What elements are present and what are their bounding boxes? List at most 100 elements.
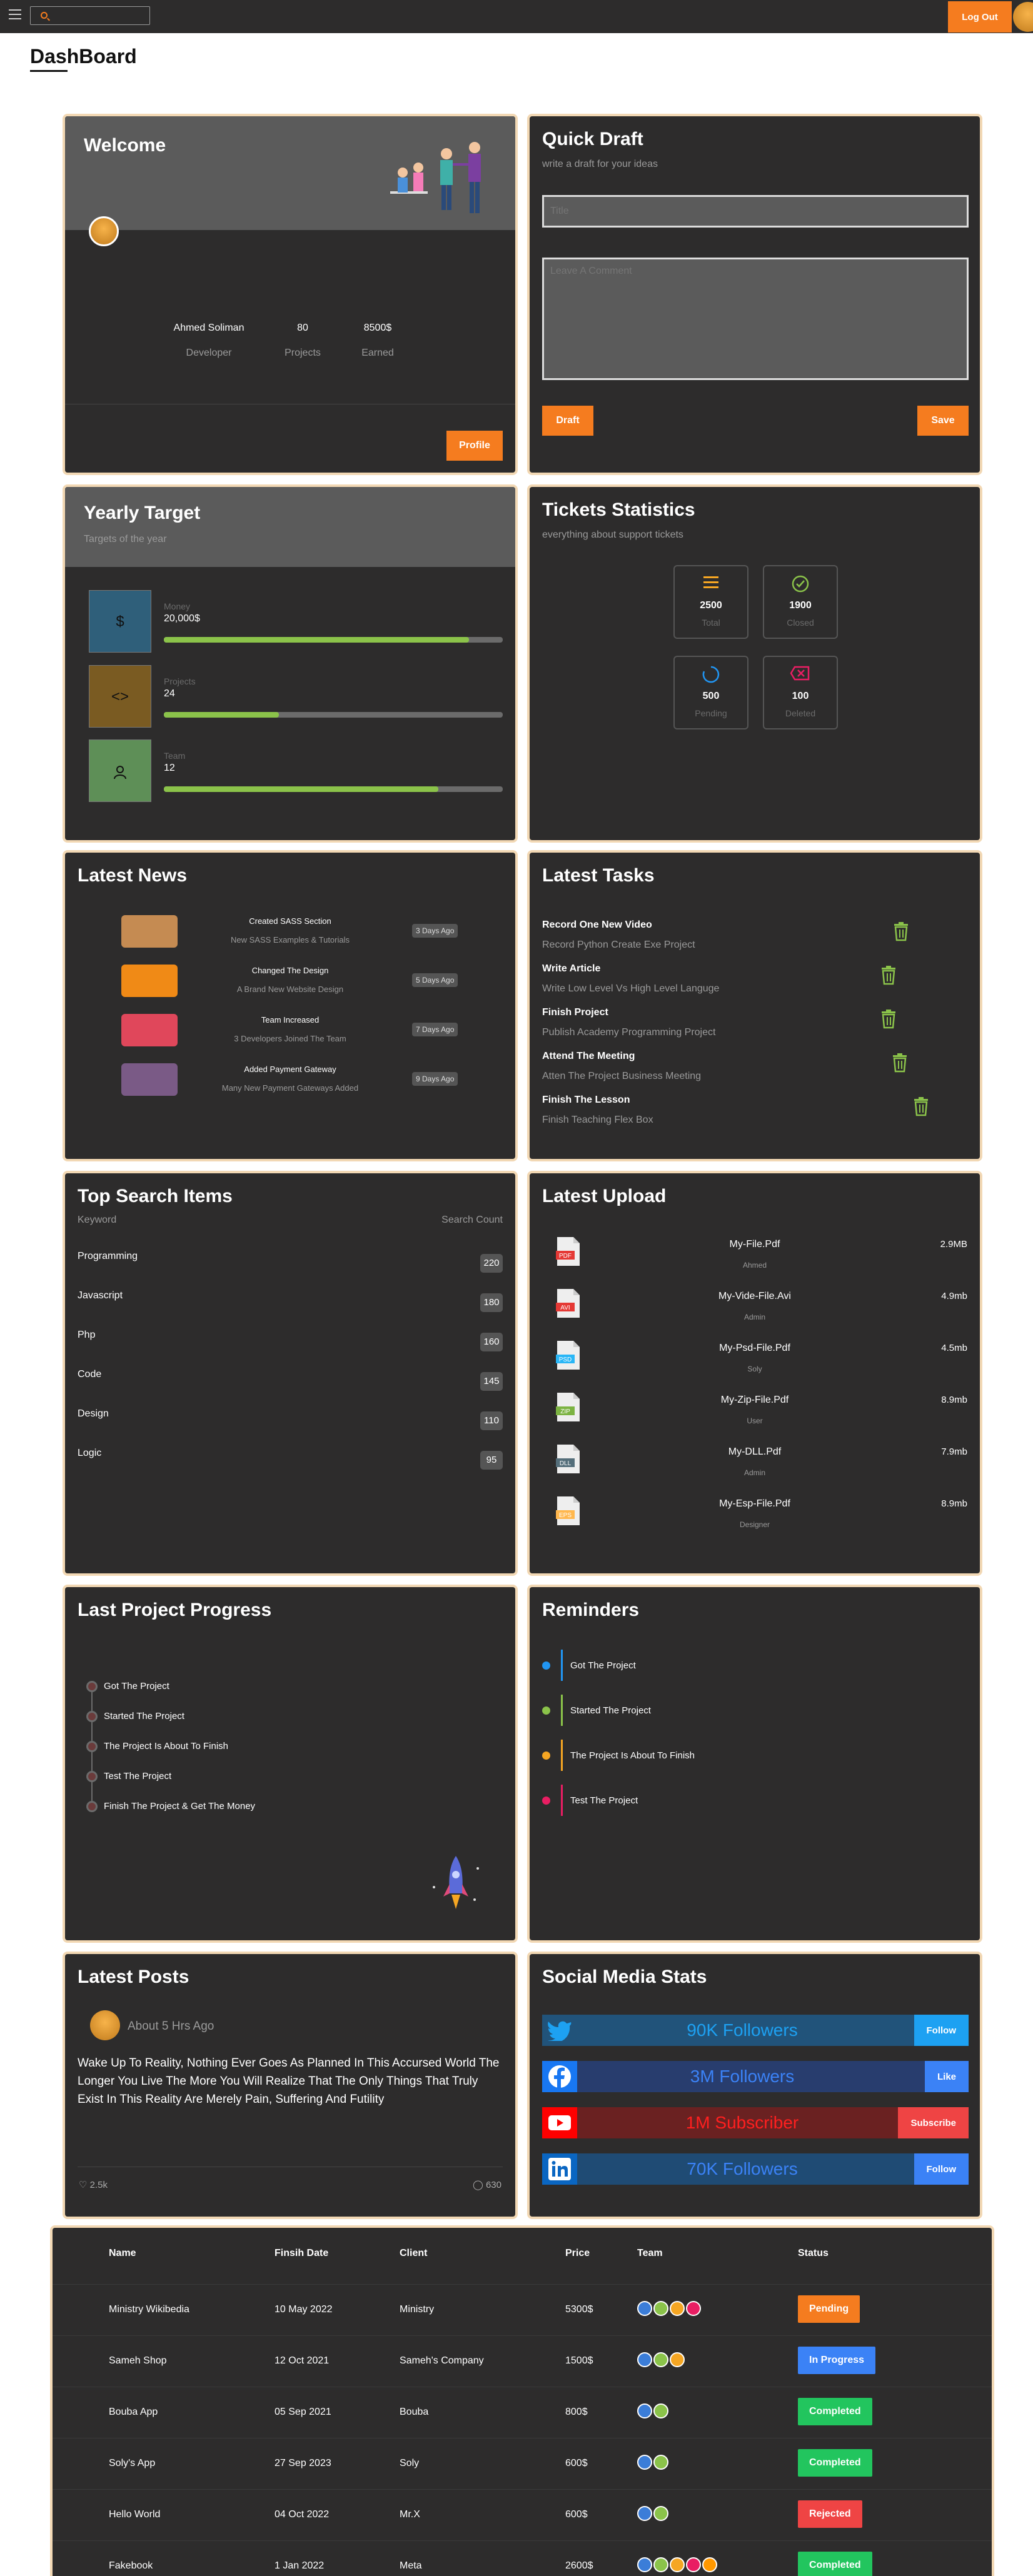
draft-content-input[interactable] <box>542 258 969 380</box>
svg-text:ZIP: ZIP <box>560 1408 570 1415</box>
file-name[interactable]: My-Vide-File.Avi <box>673 1291 836 1302</box>
svg-text:PSD: PSD <box>559 1356 572 1363</box>
social-action-button[interactable]: Subscribe <box>898 2107 969 2138</box>
yearly-title: Yearly Target <box>84 503 201 523</box>
draft-title: Quick Draft <box>542 129 643 149</box>
file-name[interactable]: My-Zip-File.Pdf <box>673 1395 836 1406</box>
project-name: Ministry Wikibedia <box>109 2304 189 2315</box>
table-column-header: Finsih Date <box>275 2248 329 2258</box>
reminder-dot <box>542 1752 550 1760</box>
file-name[interactable]: My-DLL.Pdf <box>673 1446 836 1458</box>
user-icon <box>112 763 128 779</box>
avatar[interactable] <box>1013 2 1033 32</box>
progress-title: Last Project Progress <box>78 1600 272 1620</box>
project-finish-date: 12 Oct 2021 <box>275 2355 330 2366</box>
likes-button[interactable]: ♡ 2.5k <box>79 2179 108 2190</box>
task-title: Finish The Lesson <box>542 1095 630 1105</box>
yearly-header: Yearly Target Targets of the year <box>65 487 515 567</box>
status-badge: Pending <box>798 2295 860 2323</box>
timeline-dot <box>86 1801 98 1812</box>
team-illustration <box>390 142 481 213</box>
news-title[interactable]: Team Increased <box>209 1015 371 1025</box>
file-name[interactable]: My-File.Pdf <box>673 1239 836 1250</box>
draft-title-input[interactable] <box>542 195 969 228</box>
avatar <box>653 2506 668 2521</box>
keyword-header: Keyword <box>78 1215 117 1225</box>
file-name[interactable]: My-Esp-File.Pdf <box>673 1498 836 1510</box>
trash-icon[interactable] <box>880 965 897 985</box>
project-finish-date: 04 Oct 2022 <box>275 2509 330 2520</box>
tickets-card: Tickets Statistics everything about supp… <box>527 484 982 843</box>
ticket-stat: 100 Deleted <box>763 656 838 729</box>
projects-count: 80 <box>297 323 308 333</box>
avatar <box>702 2557 717 2572</box>
avatar <box>653 2301 668 2316</box>
search-keyword: Programming <box>78 1251 138 1261</box>
reminder-text: The Project Is About To Finish <box>570 1750 695 1761</box>
file-icon: DLL <box>556 1443 581 1475</box>
project-client: Ministry <box>400 2304 435 2315</box>
trash-icon[interactable] <box>880 1009 897 1029</box>
trash-icon[interactable] <box>912 1096 930 1116</box>
search-input[interactable] <box>30 6 150 25</box>
project-name: Soly's App <box>109 2458 156 2468</box>
project-team <box>637 2352 686 2370</box>
svg-text:DLL: DLL <box>560 1460 572 1467</box>
welcome-avatar <box>89 216 119 246</box>
news-title[interactable]: Changed The Design <box>209 966 371 975</box>
code-icon: <> <box>111 688 129 705</box>
target-value: 12 <box>164 763 175 773</box>
social-row: 1M Subscriber Subscribe <box>542 2107 969 2138</box>
avatar <box>637 2506 652 2521</box>
search-keyword: Logic <box>78 1448 102 1458</box>
draft-button[interactable]: Draft <box>542 406 593 436</box>
file-size: 8.9mb <box>941 1395 967 1405</box>
menu-icon[interactable] <box>9 9 21 19</box>
profile-button[interactable]: Profile <box>446 431 503 461</box>
news-title: Latest News <box>78 865 188 886</box>
table-column-header: Team <box>637 2248 663 2258</box>
target-label: Projects <box>164 676 196 686</box>
ticket-stat: 500 Pending <box>673 656 748 729</box>
ticket-label: Deleted <box>785 708 816 718</box>
avatar <box>653 2403 668 2418</box>
facebook-icon <box>542 2061 577 2092</box>
reminder-bar <box>561 1650 563 1681</box>
comments-button[interactable]: ◯ 630 <box>473 2179 501 2190</box>
project-client: Sameh's Company <box>400 2355 484 2366</box>
status-badge: Completed <box>798 2552 872 2576</box>
project-progress-card: Last Project Progress Got The Project Sta… <box>63 1585 518 1943</box>
news-image <box>121 1014 178 1046</box>
trash-icon[interactable] <box>892 921 910 941</box>
table-column-header: Status <box>798 2248 829 2258</box>
comment-icon: ◯ <box>473 2180 483 2190</box>
social-stat-text: 3M Followers <box>690 2067 795 2086</box>
file-user: Ahmed <box>742 1261 767 1270</box>
project-team <box>637 2506 670 2523</box>
social-action-button[interactable]: Like <box>924 2061 969 2092</box>
social-row: 90K Followers Follow <box>542 2015 969 2046</box>
task-desc: Atten The Project Business Meeting <box>542 1071 702 1081</box>
news-title[interactable]: Added Payment Gateway <box>209 1065 371 1074</box>
news-title[interactable]: Created SASS Section <box>209 916 371 926</box>
rocket-illustration <box>433 1856 479 1909</box>
social-action-button[interactable]: Follow <box>914 2153 969 2185</box>
count-header: Search Count <box>441 1215 503 1225</box>
file-name[interactable]: My-Psd-File.Pdf <box>673 1343 836 1354</box>
news-desc: 3 Developers Joined The Team <box>234 1034 346 1043</box>
svg-text:EPS: EPS <box>559 1512 572 1519</box>
trash-icon[interactable] <box>891 1053 909 1073</box>
project-team <box>637 2557 718 2575</box>
uploads-title: Latest Upload <box>542 1186 667 1206</box>
logout-button[interactable]: Log Out <box>948 1 1012 33</box>
welcome-card: Welcome Ahmed Soliman Developer 80 Proje… <box>63 114 518 475</box>
social-action-button[interactable]: Follow <box>914 2015 969 2046</box>
timeline-dot <box>86 1711 98 1722</box>
top-search-card: Top Search Items Keyword Search Count Pr… <box>63 1171 518 1576</box>
save-button[interactable]: Save <box>917 406 969 436</box>
timeline-step: Started The Project <box>104 1711 184 1722</box>
file-size: 2.9MB <box>940 1239 967 1250</box>
search-keyword: Javascript <box>78 1290 123 1301</box>
ticket-value: 1900 <box>789 600 812 611</box>
target-progress <box>164 786 503 792</box>
